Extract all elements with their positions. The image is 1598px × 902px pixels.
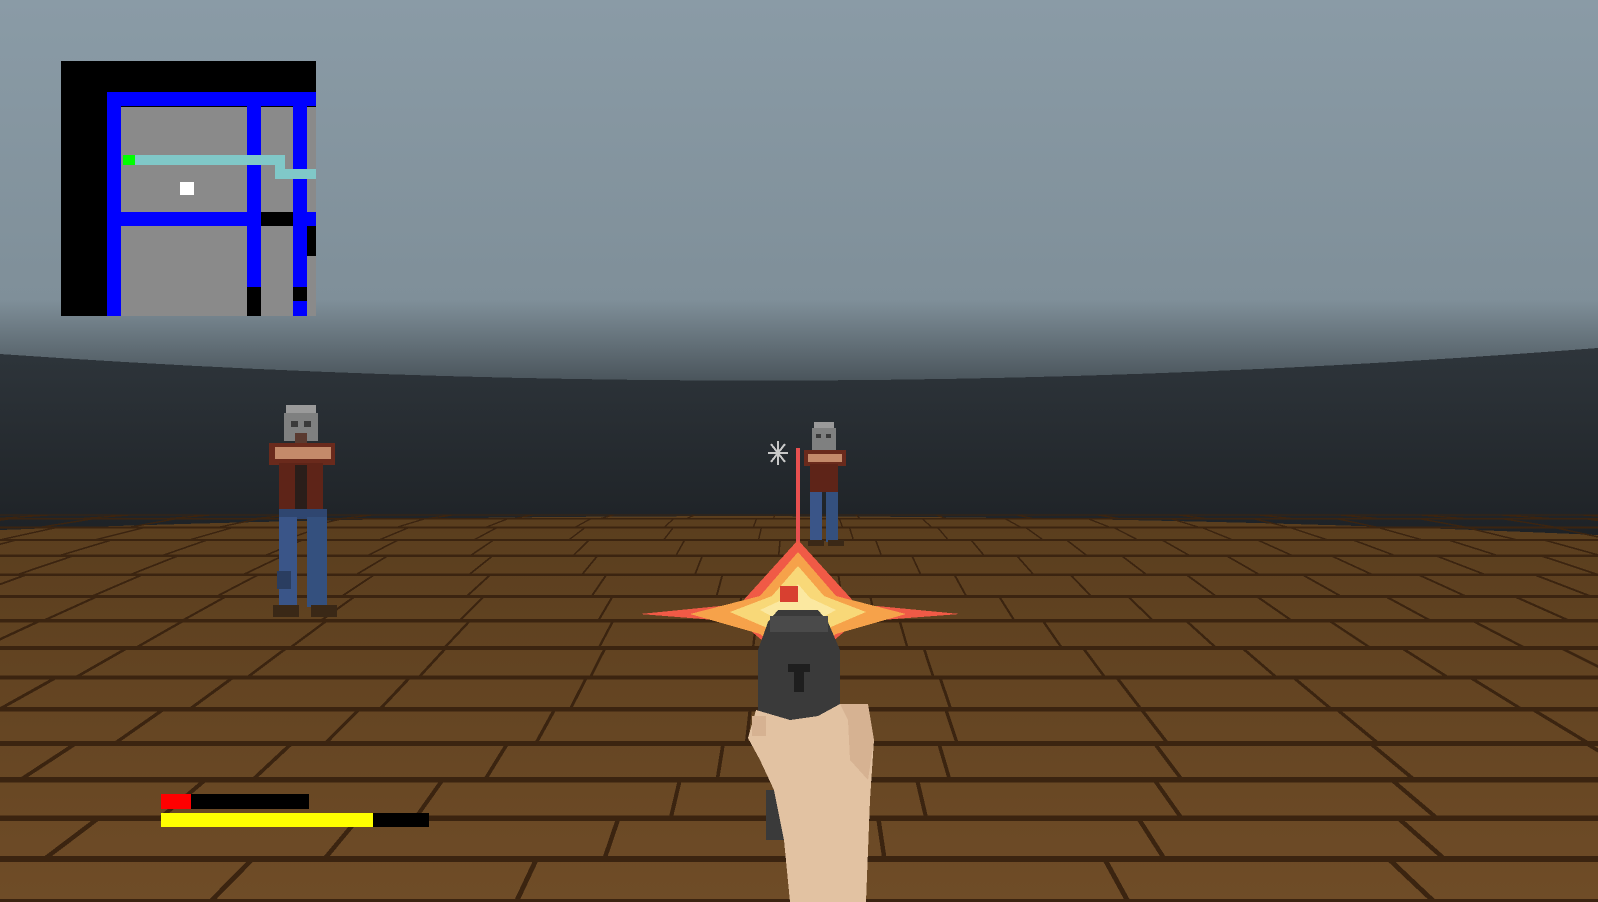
health-bar [161, 794, 309, 809]
health-bar-fill [161, 794, 191, 809]
crosshair-icon [768, 441, 788, 465]
ammo-bar-fill [161, 813, 373, 827]
minimap-icon [61, 61, 316, 316]
minimap-target [123, 155, 135, 165]
minimap-player [180, 182, 194, 195]
minimap-room [119, 107, 316, 316]
game-viewport[interactable] [0, 0, 1598, 902]
ammo-bar [161, 813, 429, 827]
